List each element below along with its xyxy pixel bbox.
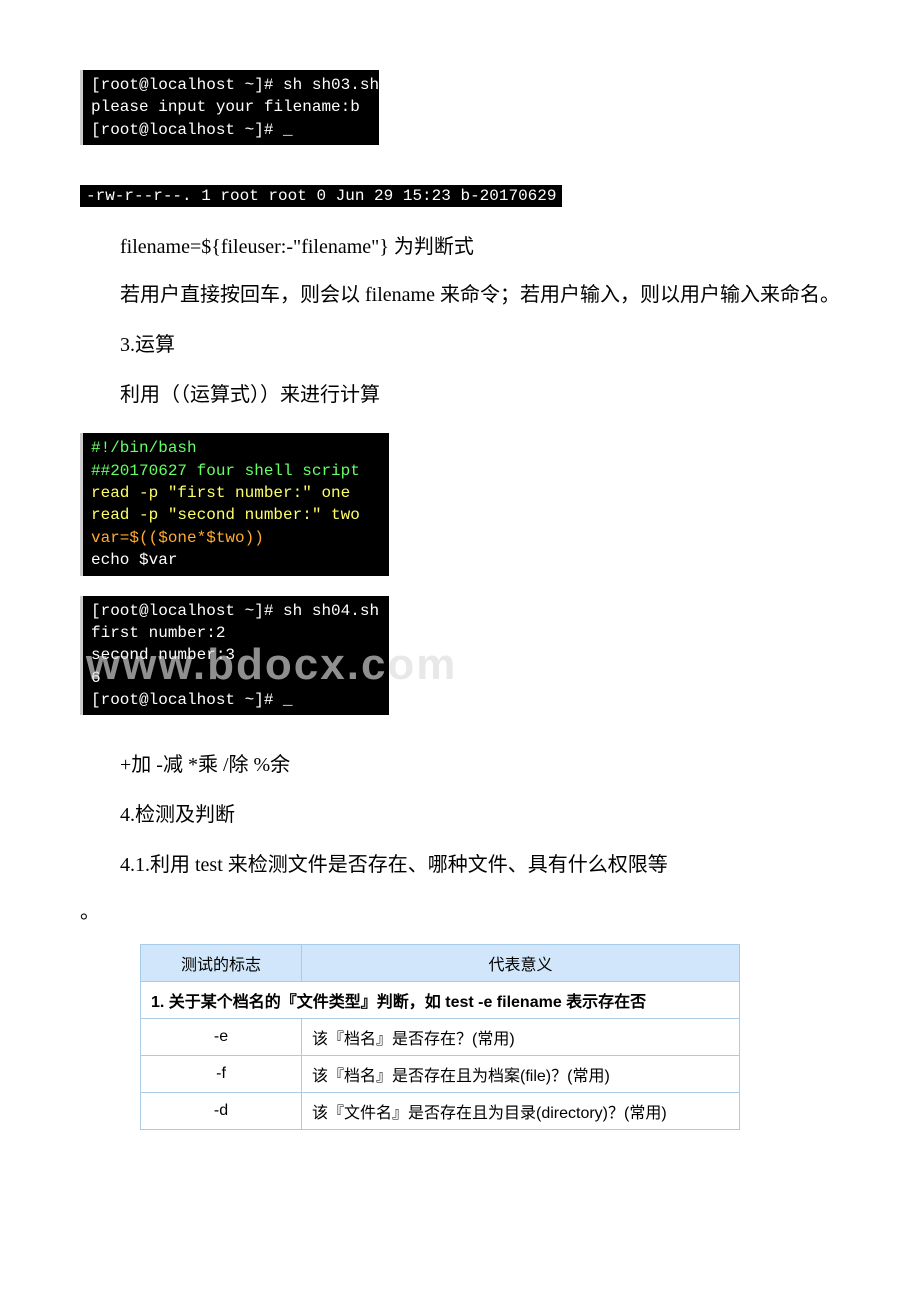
document-page: [root@localhost ~]# sh sh03.sh please in… (0, 0, 920, 1180)
paragraph-operators: +加 -减 *乘 /除 %余 (80, 747, 840, 783)
paragraph-calc: 利用（（运算式））来进行计算 (80, 377, 840, 413)
meaning-cell: 该『文件名』是否存在且为目录(directory)？(常用) (302, 1093, 740, 1130)
table-section-row: 1. 关于某个档名的『文件类型』判断，如 test -e filename 表示… (141, 982, 740, 1019)
script-sh04-source: #!/bin/bash ##20170627 four shell script… (80, 433, 389, 575)
heading-section-4-1: 4.1.利用 test 来检测文件是否存在、哪种文件、具有什么权限等 (80, 847, 840, 883)
meaning-cell: 该『档名』是否存在且为档案(file)？(常用) (302, 1056, 740, 1093)
terminal-run-sh04: [root@localhost ~]# sh sh04.sh first num… (80, 596, 389, 716)
paragraph-explain: 若用户直接按回车，则会以 filename 来命令；若用户输入，则以用户输入来命… (80, 277, 840, 313)
paragraph-filename-expr: filename=${fileuser:-"filename"} 为判断式 (80, 229, 840, 265)
heading-section-4: 4.检测及判断 (80, 797, 840, 833)
flag-cell: -f (141, 1056, 302, 1093)
flag-cell: -e (141, 1019, 302, 1056)
table-header-meaning: 代表意义 (302, 945, 740, 982)
heading-section-3: 3.运算 (80, 327, 840, 363)
test-flags-table: 测试的标志 代表意义 1. 关于某个档名的『文件类型』判断，如 test -e … (140, 944, 740, 1130)
table-header-row: 测试的标志 代表意义 (141, 945, 740, 982)
terminal-run-wrap: [root@localhost ~]# sh sh04.sh first num… (80, 596, 389, 736)
table-row: -e 该『档名』是否存在？(常用) (141, 1019, 740, 1056)
table-row: -f 该『档名』是否存在且为档案(file)？(常用) (141, 1056, 740, 1093)
table-row: -d 该『文件名』是否存在且为目录(directory)？(常用) (141, 1093, 740, 1130)
ls-output-line: -rw-r--r--. 1 root root 0 Jun 29 15:23 b… (80, 185, 562, 207)
flag-cell: -d (141, 1093, 302, 1130)
table-section-text: 1. 关于某个档名的『文件类型』判断，如 test -e filename 表示… (141, 982, 740, 1019)
table-header-flag: 测试的标志 (141, 945, 302, 982)
terminal-output-sh03: [root@localhost ~]# sh sh03.sh please in… (80, 70, 379, 145)
meaning-cell: 该『档名』是否存在？(常用) (302, 1019, 740, 1056)
trailing-period: 。 (80, 895, 840, 924)
